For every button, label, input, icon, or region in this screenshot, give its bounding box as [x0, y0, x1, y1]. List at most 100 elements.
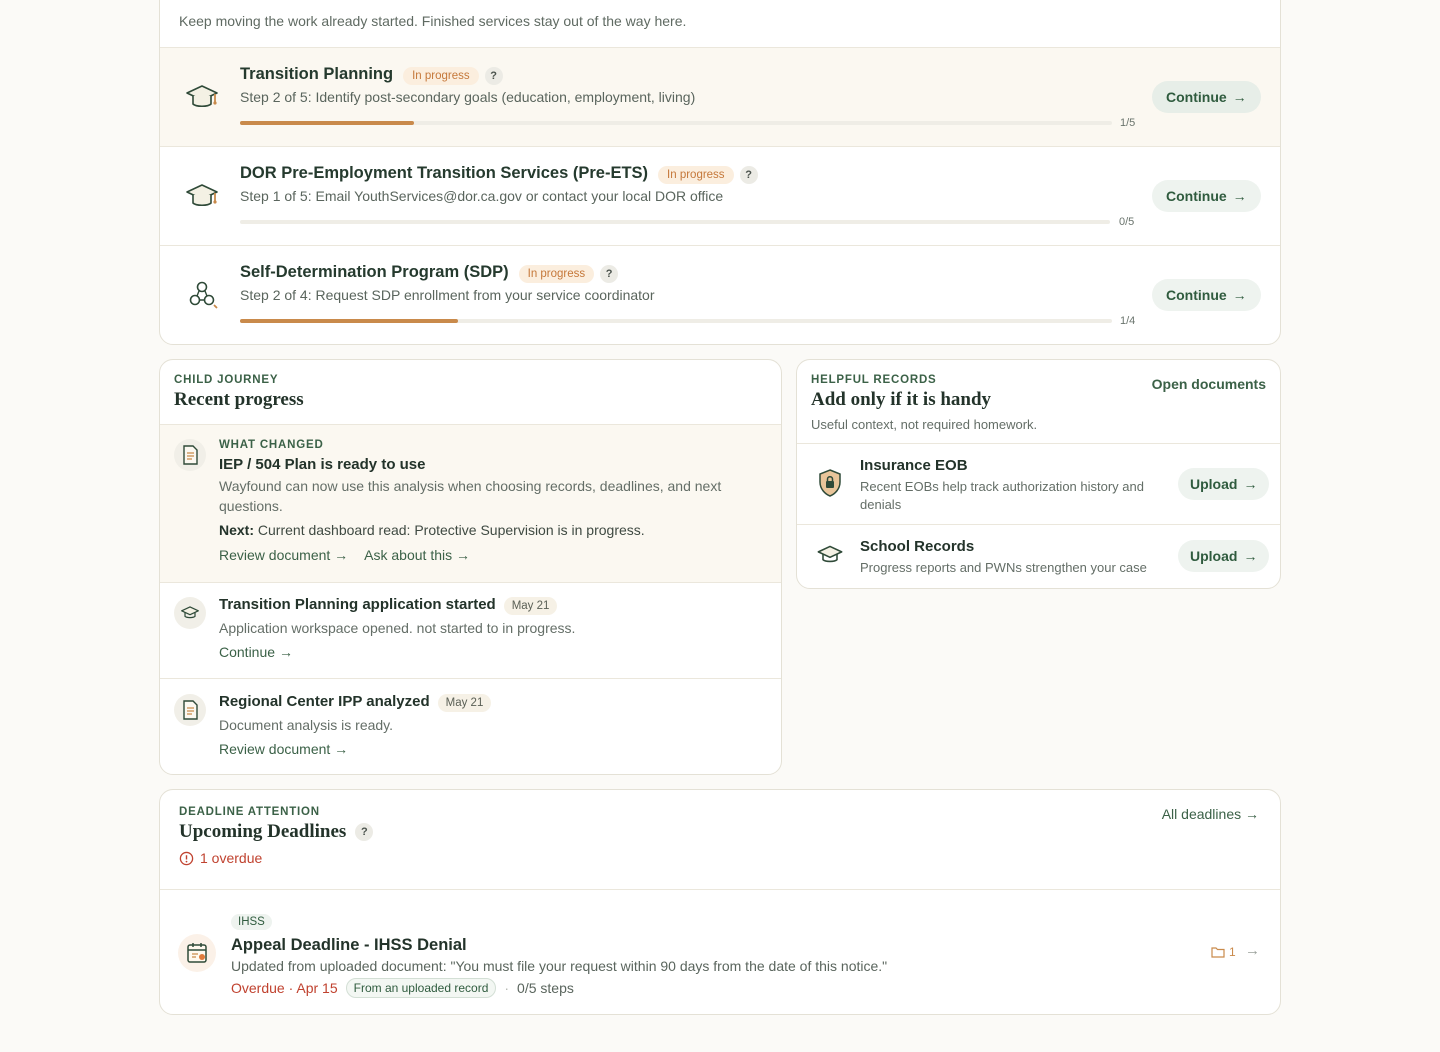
status-badge: In progress — [518, 265, 595, 283]
continue-button[interactable]: Continue → — [1152, 81, 1261, 113]
upload-button[interactable]: Upload → — [1178, 540, 1270, 572]
section-eyebrow: DEADLINE ATTENTION — [179, 806, 320, 818]
help-icon[interactable]: ? — [600, 265, 619, 283]
arrow-right-icon: → — [1232, 287, 1247, 303]
list-item: Transition Planning application started M… — [160, 582, 781, 678]
alert-circle-icon — [179, 851, 194, 866]
item-desc: Application workspace opened. not starte… — [219, 620, 576, 636]
help-icon[interactable]: ? — [484, 67, 503, 85]
item-desc: Document analysis is ready. — [219, 717, 394, 733]
upload-label: Upload — [1190, 548, 1238, 564]
graduation-cap-icon — [816, 543, 844, 567]
separator: · — [504, 980, 510, 996]
deadline-row[interactable]: IHSS Appeal Deadline - IHSS Denial Updat… — [160, 889, 1280, 1014]
progress-label: 0/5 — [1119, 216, 1135, 228]
shield-lock-icon — [817, 468, 843, 498]
graduation-cap-icon — [184, 79, 220, 115]
deadline-meta: Overdue · Apr 15 From an uploaded record… — [231, 978, 1131, 998]
service-row[interactable]: Self-Determination Program (SDP) In progr… — [160, 245, 1280, 344]
status-badge: In progress — [658, 166, 734, 184]
deadlines-title-line: Upcoming Deadlines ? — [179, 821, 374, 843]
ask-about-this-link[interactable]: Ask about this → — [364, 547, 470, 563]
next-label: Next: — [219, 522, 255, 538]
progress-fill — [240, 121, 415, 125]
continue-link[interactable]: Continue → — [219, 644, 293, 660]
progress-fill — [240, 319, 458, 323]
open-documents-link[interactable]: Open documents — [1152, 376, 1266, 392]
active-services-card: Keep moving the work already started. Fi… — [159, 0, 1281, 345]
progress-bar — [240, 220, 1110, 224]
continue-label: Continue — [1166, 89, 1227, 105]
due-date: Overdue · Apr 15 — [231, 980, 338, 996]
service-title-line: Self-Determination Program (SDP) In progr… — [240, 263, 619, 283]
deadline-desc: Updated from uploaded document: "You mus… — [231, 958, 888, 974]
record-text: Insurance EOB Recent EOBs help track aut… — [860, 457, 1170, 514]
continue-label: Continue — [1166, 188, 1227, 204]
continue-button[interactable]: Continue → — [1152, 279, 1261, 311]
what-changed-text: WHAT CHANGED IEP / 504 Plan is ready to … — [219, 439, 759, 563]
date-badge: May 21 — [437, 694, 492, 712]
continue-link-label: Continue — [219, 644, 276, 660]
item-title: Regional Center IPP analyzed — [219, 693, 430, 710]
graduation-cap-icon — [184, 178, 220, 214]
item-link-row: Continue → — [219, 644, 759, 662]
record-title: Insurance EOB — [860, 457, 968, 474]
record-item: School Records Progress reports and PWNs… — [797, 524, 1280, 588]
folder-icon — [1211, 946, 1225, 958]
what-changed-title: IEP / 504 Plan is ready to use — [219, 456, 426, 473]
section-eyebrow: CHILD JOURNEY — [174, 374, 279, 386]
progress-bar — [240, 319, 1112, 323]
continue-label: Continue — [1166, 287, 1227, 303]
graduation-cap-icon — [174, 597, 206, 629]
service-title-line: DOR Pre-Employment Transition Services (… — [240, 164, 758, 184]
record-text: School Records Progress reports and PWNs… — [860, 538, 1170, 577]
review-document-link[interactable]: Review document → — [219, 547, 348, 563]
recent-progress-card: CHILD JOURNEY Recent progress WHAT CHANG… — [159, 359, 782, 775]
source-chip: From an uploaded record — [345, 978, 497, 998]
service-step: Step 2 of 5: Identify post-secondary goa… — [240, 89, 696, 105]
next-text: Current dashboard read: Protective Super… — [257, 522, 645, 538]
upload-button[interactable]: Upload → — [1178, 468, 1270, 500]
calendar-icon — [178, 934, 216, 972]
help-icon[interactable]: ? — [739, 166, 758, 184]
steps-count: 0/5 steps — [517, 980, 574, 996]
service-step: Step 1 of 5: Email YouthServices@dor.ca.… — [240, 188, 724, 204]
arrow-right-icon: → — [1232, 188, 1247, 204]
record-desc: Recent EOBs help track authorization his… — [860, 479, 1144, 512]
arrow-right-icon[interactable]: → — [1245, 942, 1260, 959]
overdue-count: 1 overdue — [200, 850, 263, 866]
continue-button[interactable]: Continue → — [1152, 180, 1261, 212]
progress-bar — [240, 121, 1112, 125]
people-network-icon — [184, 277, 220, 313]
all-deadlines-link[interactable]: All deadlines → — [1162, 806, 1259, 822]
item-title-line: Regional Center IPP analyzed May 21 — [219, 693, 759, 712]
service-title-line: Transition Planning In progress? — [240, 65, 503, 85]
record-desc: Progress reports and PWNs strengthen you… — [860, 560, 1147, 575]
service-title: Self-Determination Program (SDP) — [240, 263, 509, 281]
list-item-text: Regional Center IPP analyzed May 21 Docum… — [219, 693, 759, 759]
overdue-summary: 1 overdue — [179, 850, 373, 866]
deadlines-header: DEADLINE ATTENTION Upcoming Deadlines ? … — [179, 806, 374, 866]
recent-progress-header: CHILD JOURNEY Recent progress — [174, 374, 304, 411]
service-row[interactable]: Transition Planning In progress? Step 2 o… — [160, 47, 1280, 146]
record-title: School Records — [860, 538, 975, 555]
service-title: DOR Pre-Employment Transition Services (… — [240, 164, 649, 182]
what-changed-item: WHAT CHANGED IEP / 504 Plan is ready to … — [160, 424, 781, 582]
active-services-subtitle: Keep moving the work already started. Fi… — [179, 13, 687, 29]
review-document-link[interactable]: Review document → — [219, 741, 348, 757]
arrow-right-icon: → — [1232, 89, 1247, 105]
status-badge: In progress — [403, 67, 479, 85]
list-item: Regional Center IPP analyzed May 21 Docum… — [160, 678, 781, 774]
section-eyebrow: HELPFUL RECORDS — [811, 374, 937, 386]
progress-label: 1/4 — [1120, 315, 1136, 327]
ask-about-label: Ask about this — [364, 547, 453, 563]
service-row[interactable]: DOR Pre-Employment Transition Services (… — [160, 146, 1280, 245]
arrow-right-icon: → — [334, 741, 349, 757]
help-icon[interactable]: ? — [355, 823, 374, 841]
arrow-right-icon: → — [334, 547, 349, 563]
document-icon — [174, 439, 206, 471]
list-item-text: Transition Planning application started M… — [219, 596, 759, 662]
arrow-right-icon: → — [1245, 806, 1259, 822]
service-title: Transition Planning — [240, 65, 394, 83]
arrow-right-icon: → — [1243, 548, 1258, 564]
